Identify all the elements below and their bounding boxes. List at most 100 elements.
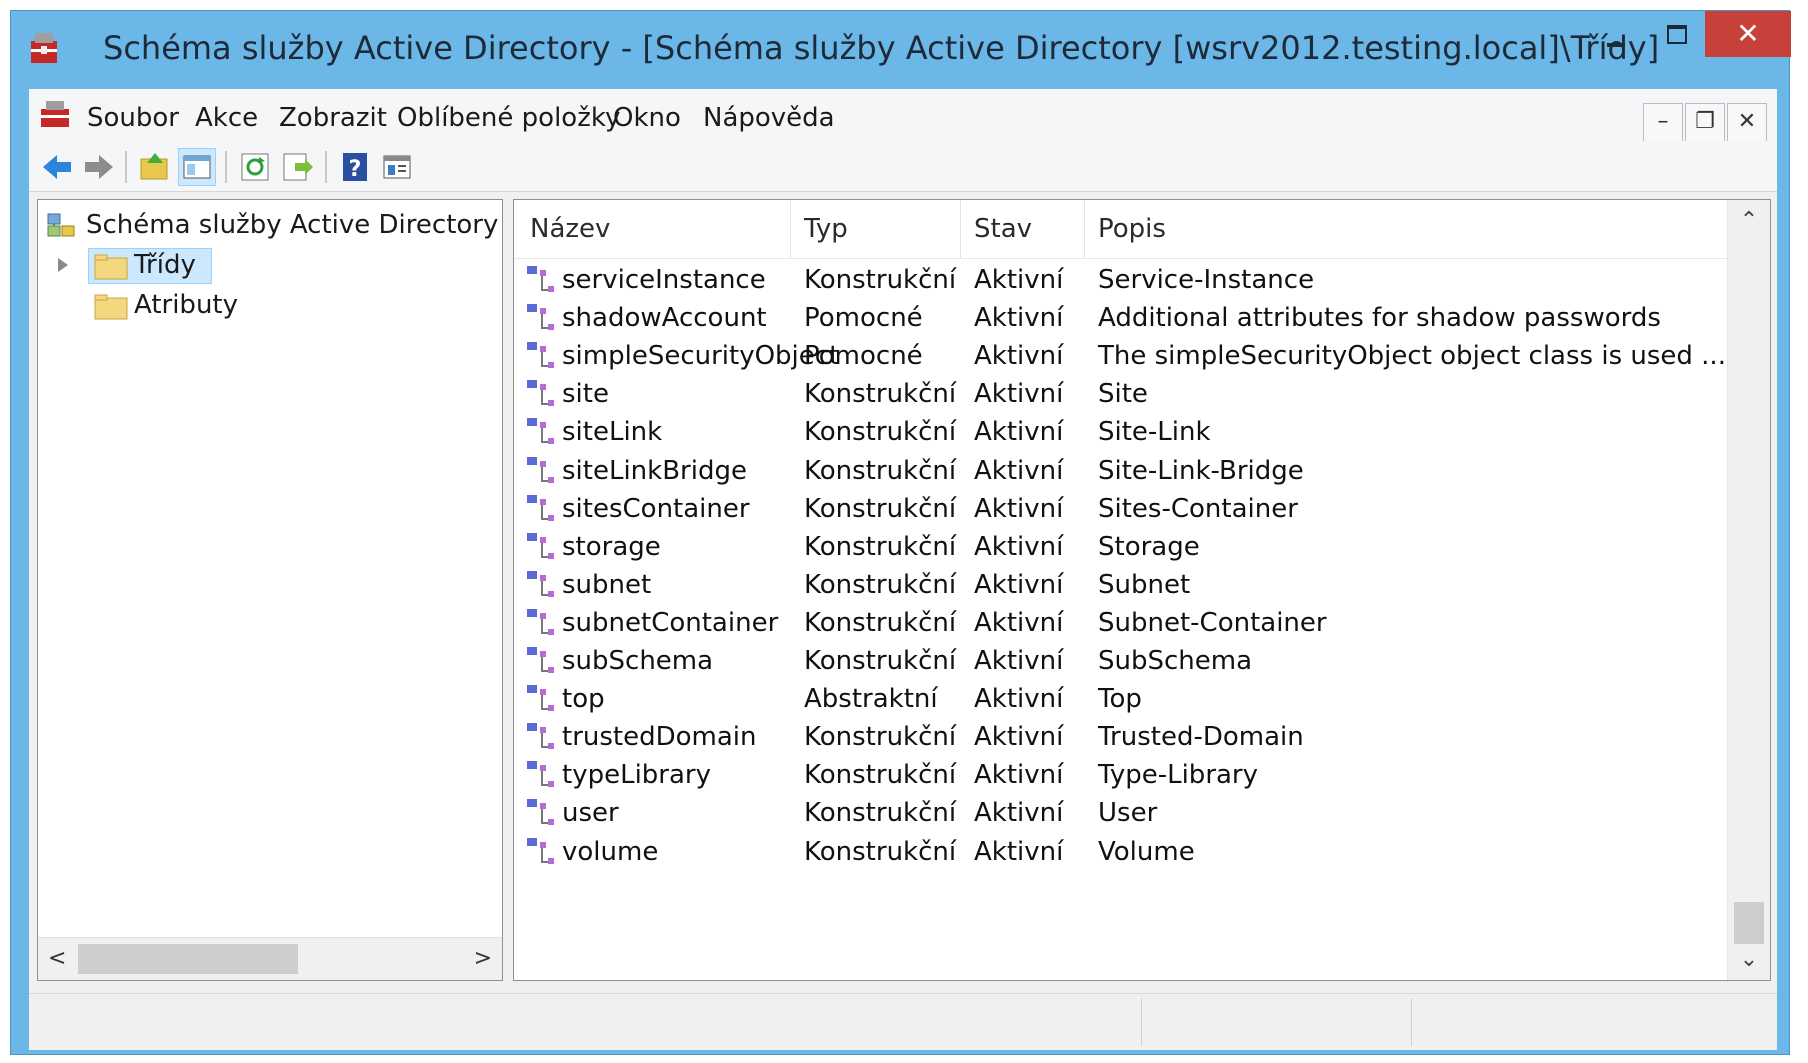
row-type: Konstrukční	[804, 493, 957, 524]
scroll-thumb[interactable]	[1734, 902, 1764, 944]
scroll-left-icon[interactable]: <	[48, 946, 66, 971]
row-status: Aktivní	[974, 493, 1064, 524]
row-description: Subnet-Container	[1098, 607, 1327, 638]
row-type: Konstrukční	[804, 646, 957, 676]
up-level-icon[interactable]	[137, 149, 173, 185]
app-toolbox-icon[interactable]	[39, 99, 71, 129]
row-name: sitesContainer	[562, 493, 750, 524]
row-description: SubSchema	[1098, 646, 1253, 676]
column-divider[interactable]	[790, 200, 791, 258]
class-icon	[527, 494, 554, 521]
status-bar	[29, 993, 1777, 1050]
row-name: siteLinkBridge	[562, 455, 747, 486]
mdi-restore-button[interactable]: ❐	[1685, 103, 1725, 143]
tree-item-tridy[interactable]: Třídy	[134, 250, 196, 280]
row-type: Konstrukční	[804, 417, 957, 448]
menu-oblibene[interactable]: Oblíbené položky	[397, 103, 620, 133]
class-icon	[527, 761, 554, 788]
row-description: The simpleSecurityObject object class is…	[1098, 341, 1726, 372]
row-name: serviceInstance	[562, 265, 766, 295]
row-description: Trusted-Domain	[1098, 722, 1304, 753]
column-header-stav[interactable]: Stav	[974, 214, 1032, 244]
row-type: Konstrukční	[804, 836, 957, 867]
row-type: Konstrukční	[804, 722, 957, 753]
schema-root-icon	[47, 213, 75, 236]
tree-horizontal-scrollbar[interactable]: < >	[38, 937, 502, 980]
column-divider[interactable]	[960, 200, 961, 258]
class-icon	[527, 532, 554, 559]
row-name: subnet	[562, 569, 652, 600]
scroll-thumb[interactable]	[78, 944, 298, 974]
list-vertical-scrollbar[interactable]: ⌃ ⌄	[1727, 200, 1770, 980]
tree-root[interactable]: Schéma služby Active Directory	[46, 210, 498, 240]
export-list-icon[interactable]	[279, 149, 315, 185]
column-header-popis[interactable]: Popis	[1098, 214, 1166, 244]
column-header-typ[interactable]: Typ	[804, 214, 848, 244]
properties-icon[interactable]	[379, 149, 415, 185]
toolbar-separator	[125, 151, 127, 183]
class-icon	[527, 304, 554, 331]
row-status: Aktivní	[974, 646, 1064, 676]
title-bar[interactable]: Schéma služby Active Directory - [Schéma…	[11, 11, 1791, 91]
class-icon	[527, 266, 554, 292]
toolbar-separator	[325, 151, 327, 183]
row-type: Konstrukční	[804, 760, 957, 791]
row-status: Aktivní	[974, 569, 1064, 600]
class-icon	[527, 456, 554, 483]
menu-akce[interactable]: Akce	[195, 103, 258, 133]
menu-okno[interactable]: Okno	[613, 103, 681, 133]
row-name: site	[562, 379, 609, 410]
list-pane: Název Typ Stav Popis serviceInstance Kons…	[513, 199, 1771, 981]
row-name: simpleSecurityObject	[562, 341, 840, 372]
refresh-icon[interactable]	[237, 149, 273, 185]
help-icon[interactable]: ?	[337, 149, 373, 185]
row-description: Site-Link-Bridge	[1098, 455, 1304, 486]
row-name: volume	[562, 836, 659, 867]
row-name: trustedDomain	[562, 722, 757, 753]
mdi-close-button[interactable]: ✕	[1727, 103, 1767, 143]
menu-bar: Soubor Akce Zobrazit Oblíbené položky Ok…	[29, 89, 1777, 143]
row-type: Konstrukční	[804, 265, 957, 295]
menu-soubor[interactable]: Soubor	[87, 103, 179, 133]
scroll-up-icon[interactable]: ⌃	[1728, 208, 1770, 233]
row-status: Aktivní	[974, 531, 1064, 562]
row-name: typeLibrary	[562, 760, 711, 791]
menu-zobrazit[interactable]: Zobrazit	[279, 103, 387, 133]
row-type: Konstrukční	[804, 569, 957, 600]
scroll-down-icon[interactable]: ⌄	[1728, 947, 1770, 972]
show-hide-tree-icon[interactable]	[178, 148, 216, 186]
row-type: Konstrukční	[804, 607, 957, 638]
row-status: Aktivní	[974, 836, 1064, 867]
close-button[interactable]: ✕	[1705, 11, 1791, 57]
expand-arrow-icon[interactable]	[58, 258, 68, 272]
row-description: Top	[1098, 684, 1142, 715]
close-icon: ✕	[1736, 17, 1760, 50]
status-divider	[1411, 998, 1412, 1046]
row-description: Additional attributes for shadow passwor…	[1098, 303, 1661, 334]
table-row[interactable]: volume Konstrukční Aktivní Volume	[514, 832, 1728, 876]
row-name: shadowAccount	[562, 303, 767, 334]
row-type: Konstrukční	[804, 379, 957, 410]
forward-icon[interactable]	[81, 149, 117, 185]
row-type: Konstrukční	[804, 798, 957, 829]
class-icon	[527, 380, 554, 407]
class-icon	[527, 647, 554, 673]
menu-napoveda[interactable]: Nápověda	[703, 103, 835, 133]
back-icon[interactable]	[39, 149, 75, 185]
class-icon	[527, 837, 554, 864]
mdi-minimize-button[interactable]: –	[1643, 103, 1683, 143]
column-header-nazev[interactable]: Název	[530, 214, 610, 244]
minimize-button[interactable]	[1585, 11, 1645, 57]
row-status: Aktivní	[974, 455, 1064, 486]
scroll-right-icon[interactable]: >	[474, 946, 492, 971]
row-status: Aktivní	[974, 798, 1064, 829]
client-area: Soubor Akce Zobrazit Oblíbené položky Ok…	[29, 89, 1777, 1050]
column-divider[interactable]	[1084, 200, 1085, 258]
row-description: Subnet	[1098, 569, 1191, 600]
maximize-button[interactable]	[1645, 11, 1705, 57]
row-status: Aktivní	[974, 303, 1064, 334]
folder-icon	[94, 254, 128, 280]
row-status: Aktivní	[974, 379, 1064, 410]
tree-item-atributy[interactable]: Atributy	[134, 290, 238, 320]
list-header: Název Typ Stav Popis	[514, 200, 1728, 259]
